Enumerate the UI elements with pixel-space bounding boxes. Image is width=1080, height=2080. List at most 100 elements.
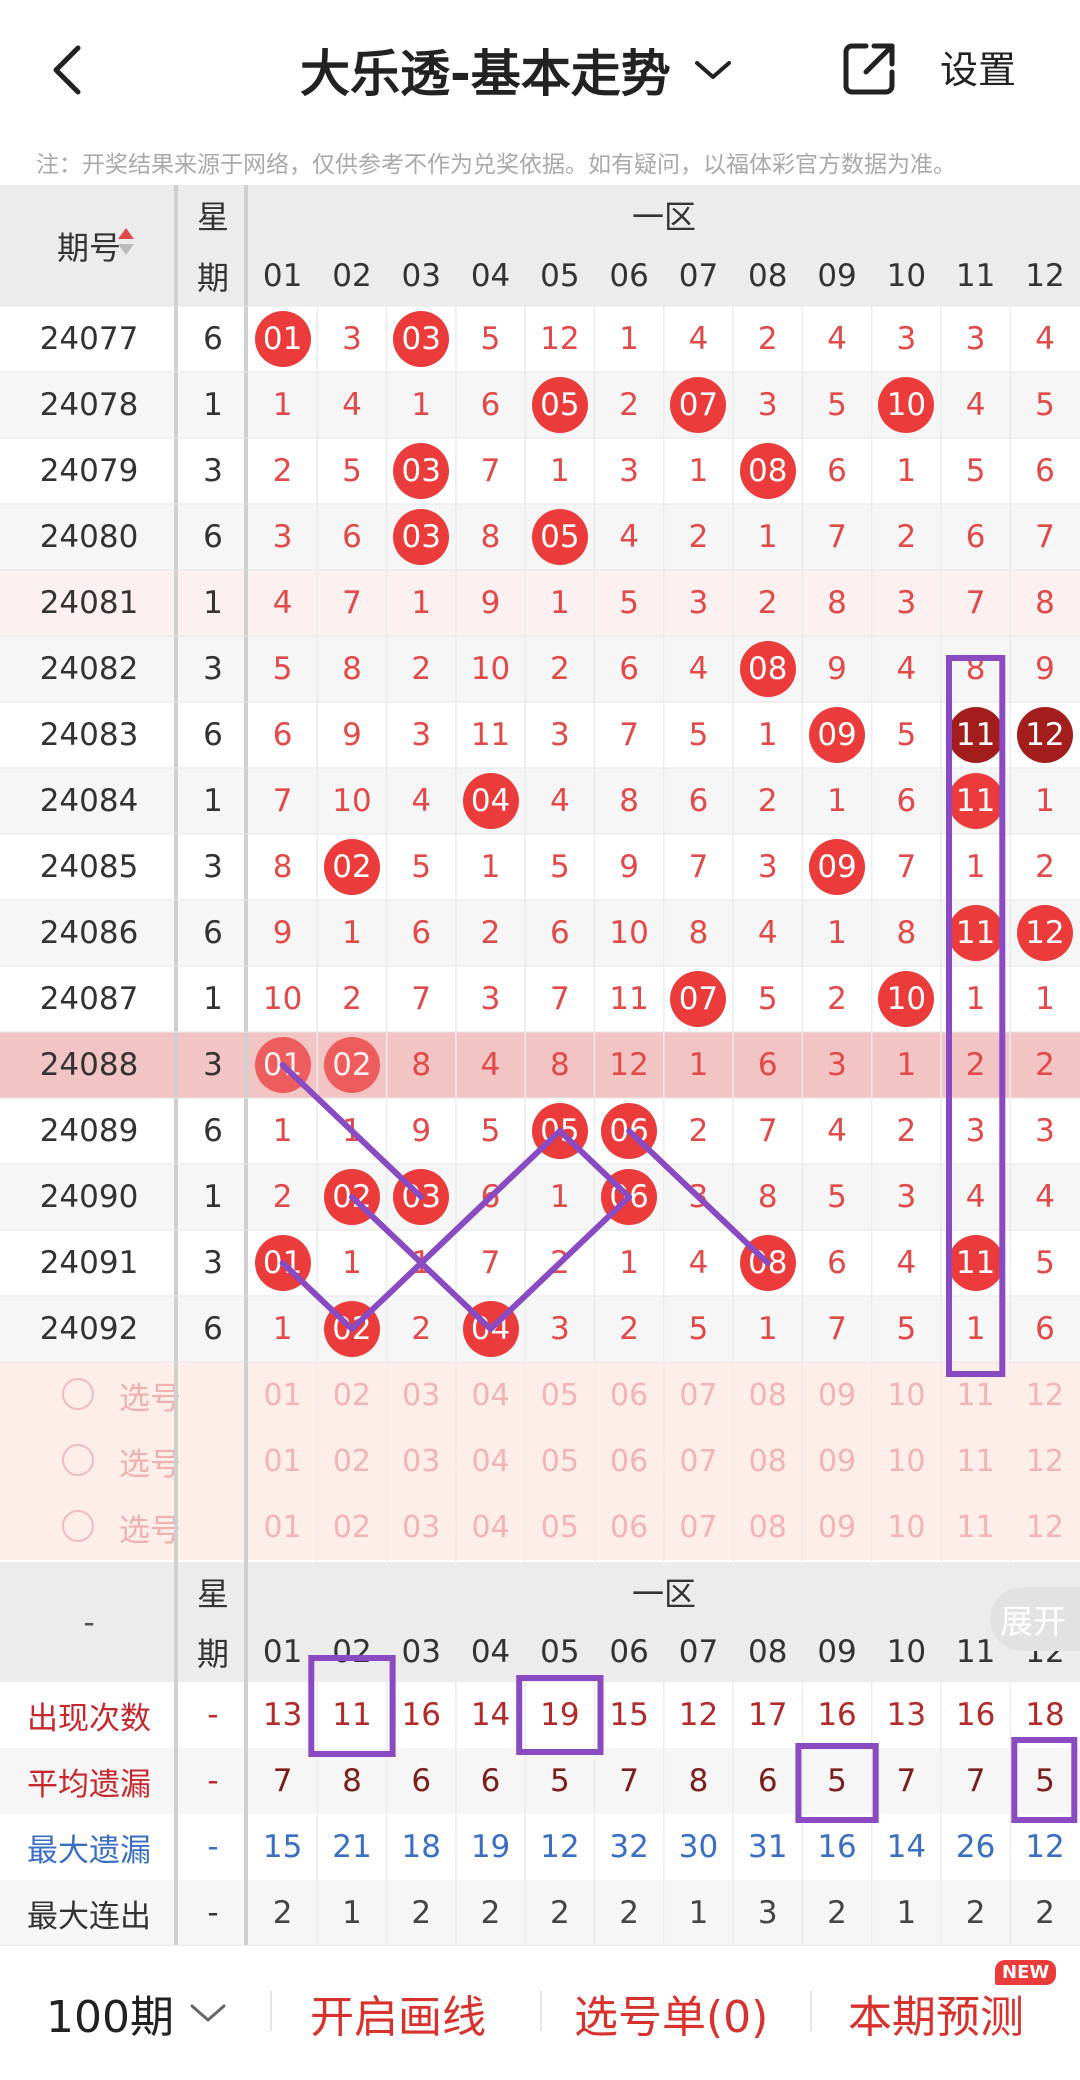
pick-number[interactable]: 03 [387,1428,456,1494]
stats-value: 5 [827,1763,847,1799]
winning-number-ball: 12 [1016,707,1073,763]
miss-count: 4 [896,1245,917,1281]
miss-count: 2 [965,1047,986,1083]
week-day: 3 [203,1047,223,1083]
miss-count: 2 [896,1113,917,1149]
pick-number[interactable]: 07 [664,1362,733,1428]
column-header-12: 12 [1025,257,1065,294]
pick-radio[interactable] [62,1444,94,1476]
stats-column-header-04: 04 [470,1634,511,1670]
miss-count: 1 [342,915,362,951]
stats-column-header-07: 07 [678,1634,719,1670]
pick-number[interactable]: 08 [733,1362,802,1428]
miss-count: 8 [827,585,847,621]
miss-count: 5 [549,849,570,885]
issue-number: 24082 [39,651,139,687]
divider [810,1991,812,2031]
stats-value: 2 [549,1895,570,1931]
miss-count: 3 [827,1047,847,1083]
stats-value: 21 [332,1829,372,1865]
column-header-08: 08 [748,257,788,294]
period-selector[interactable]: 100期 [46,1946,228,2080]
pick-number[interactable]: 12 [1010,1362,1079,1428]
miss-count: 4 [1035,321,1055,357]
week-day: 1 [203,585,223,621]
stats-value: 1 [896,1895,917,1931]
column-header-03: 03 [401,257,441,294]
stats-value: 1 [342,1895,362,1931]
pick-number[interactable]: 10 [872,1428,941,1494]
pick-radio[interactable] [62,1378,94,1410]
winning-number-ball: 09 [809,707,866,763]
stats-value: 16 [955,1697,996,1733]
miss-count: 7 [480,1245,501,1281]
pick-number[interactable]: 11 [941,1362,1010,1428]
pick-number[interactable]: 05 [525,1362,594,1428]
pick-number[interactable]: 06 [595,1428,664,1494]
pick-number[interactable]: 07 [664,1494,733,1560]
pick-number[interactable]: 02 [317,1428,386,1494]
issue-number: 24080 [39,519,139,555]
pick-number[interactable]: 01 [248,1362,317,1428]
miss-count: 7 [757,1113,778,1149]
draw-line-button[interactable]: 开启画线 [310,1946,486,2080]
pick-number[interactable]: 02 [317,1494,386,1560]
winning-number-ball: 12 [1016,905,1073,961]
pick-number[interactable]: 08 [733,1428,802,1494]
pick-number[interactable]: 11 [941,1494,1010,1560]
miss-count: 5 [1035,387,1055,423]
pick-number[interactable]: 06 [595,1494,664,1560]
pick-number[interactable]: 09 [802,1428,871,1494]
pick-number[interactable]: 08 [733,1494,802,1560]
winning-number-ball: 02 [323,1301,380,1357]
winning-number-ball: 10 [878,971,935,1027]
miss-count: 3 [688,585,709,621]
winning-number-ball: 05 [531,509,588,565]
stats-week: - [207,1895,219,1931]
miss-count: 12 [609,1047,649,1083]
miss-count: 1 [1035,783,1055,819]
pick-number[interactable]: 09 [802,1362,871,1428]
pick-number[interactable]: 03 [387,1494,456,1560]
winning-number-ball: 11 [947,773,1004,829]
pick-number[interactable]: 10 [872,1362,941,1428]
pick-number[interactable]: 04 [456,1362,525,1428]
miss-count: 6 [827,1245,847,1281]
pick-number[interactable]: 03 [387,1362,456,1428]
stats-week-bottom: 期 [196,1635,229,1673]
miss-count: 3 [688,1179,709,1215]
miss-count: 1 [549,1179,570,1215]
miss-count: 3 [757,387,778,423]
pick-number[interactable]: 12 [1010,1494,1079,1560]
pick-number[interactable]: 04 [456,1494,525,1560]
pick-number[interactable]: 01 [248,1494,317,1560]
zone-header: 一区 [631,198,696,236]
pick-number[interactable]: 02 [317,1362,386,1428]
pick-number[interactable]: 11 [941,1428,1010,1494]
miss-count: 8 [342,651,362,687]
miss-count: 6 [272,717,293,753]
pick-number[interactable]: 04 [456,1428,525,1494]
expand-button[interactable]: 展开 [990,1587,1080,1651]
miss-count: 8 [549,1047,570,1083]
stats-value: 19 [540,1697,580,1733]
sort-icon[interactable] [118,228,134,239]
miss-count: 1 [480,849,501,885]
pick-number[interactable]: 07 [664,1428,733,1494]
pick-number[interactable]: 06 [595,1362,664,1428]
pick-number[interactable]: 09 [802,1494,871,1560]
pick-number[interactable]: 05 [525,1428,594,1494]
winning-number-ball: 08 [739,641,796,697]
pick-radio[interactable] [62,1510,94,1542]
pick-number[interactable]: 01 [248,1428,317,1494]
pick-number[interactable]: 12 [1010,1428,1079,1494]
pick-number[interactable]: 10 [872,1494,941,1560]
stats-value: 7 [272,1763,293,1799]
miss-count: 4 [965,1179,986,1215]
issue-column-header[interactable]: 期号 [0,185,178,306]
stats-value: 16 [817,1697,857,1733]
miss-count: 6 [342,519,362,555]
pick-list-button[interactable]: 选号单(0) [574,1946,768,2080]
miss-count: 7 [827,1311,847,1347]
pick-number[interactable]: 05 [525,1494,594,1560]
